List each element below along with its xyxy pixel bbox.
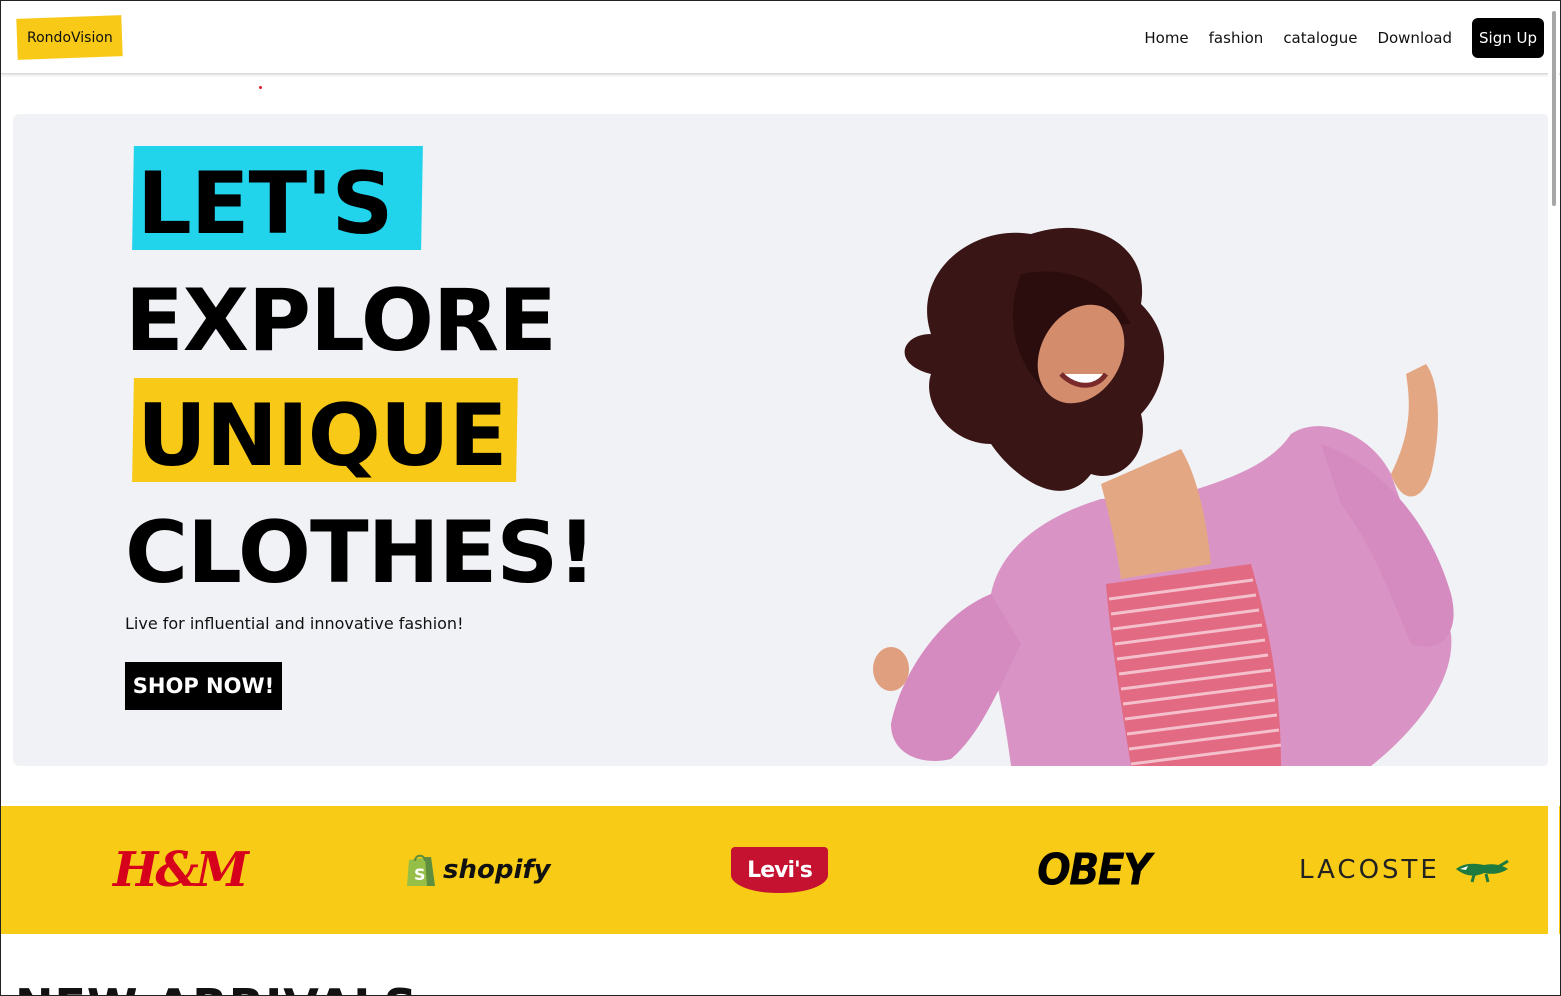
page: RondoVision Home fashion catalogue Downl… [0, 0, 1561, 996]
brand-strip: H&M S shopify Levi's OBEY LACOSTE [1, 806, 1560, 934]
crocodile-icon [1455, 859, 1509, 883]
model-photo [873, 227, 1454, 766]
nav-link-fashion[interactable]: fashion [1209, 29, 1264, 47]
shopify-wordmark: shopify [443, 855, 551, 885]
brand-logo-text: RondoVision [26, 29, 113, 46]
nav-links: Home fashion catalogue Download Sign Up [1124, 18, 1544, 58]
decorative-dot [259, 86, 262, 89]
nav-link-home[interactable]: Home [1144, 29, 1188, 47]
hero-tagline: Live for influential and innovative fash… [125, 614, 464, 633]
new-arrivals-heading: NEW ARRIVALS [15, 979, 418, 995]
navbar: RondoVision Home fashion catalogue Downl… [1, 1, 1560, 74]
hero-banner: LET'S EXPLORE UNIQUE CLOTHES! Live for i… [13, 114, 1549, 766]
hm-logo: H&M [113, 842, 249, 898]
headline-line-4: CLOTHES! [125, 503, 597, 603]
headline-line-1: LET'S [137, 154, 393, 254]
levis-wordmark: Levi's [747, 857, 813, 883]
levis-batwing-icon: Levi's [731, 847, 828, 893]
nav-link-download[interactable]: Download [1377, 29, 1452, 47]
shopify-logo: S shopify [405, 838, 551, 902]
headline-line-3: UNIQUE [137, 386, 507, 486]
page-scrollbar[interactable] [1548, 1, 1559, 995]
shopify-bag-icon: S [407, 854, 435, 886]
headline-line-2: EXPLORE [125, 271, 557, 371]
svg-text:S: S [414, 865, 426, 884]
scrollbar-thumb[interactable] [1552, 11, 1556, 206]
lacoste-logo: LACOSTE [1299, 838, 1510, 902]
nav-link-catalogue[interactable]: catalogue [1283, 29, 1357, 47]
lacoste-wordmark: LACOSTE [1299, 855, 1440, 885]
obey-logo: OBEY [1037, 844, 1152, 896]
brand-logo[interactable]: RondoVision [16, 15, 123, 60]
shop-now-button[interactable]: SHOP NOW! [125, 662, 282, 710]
levis-logo: Levi's [731, 838, 828, 902]
sign-up-button[interactable]: Sign Up [1472, 18, 1544, 58]
